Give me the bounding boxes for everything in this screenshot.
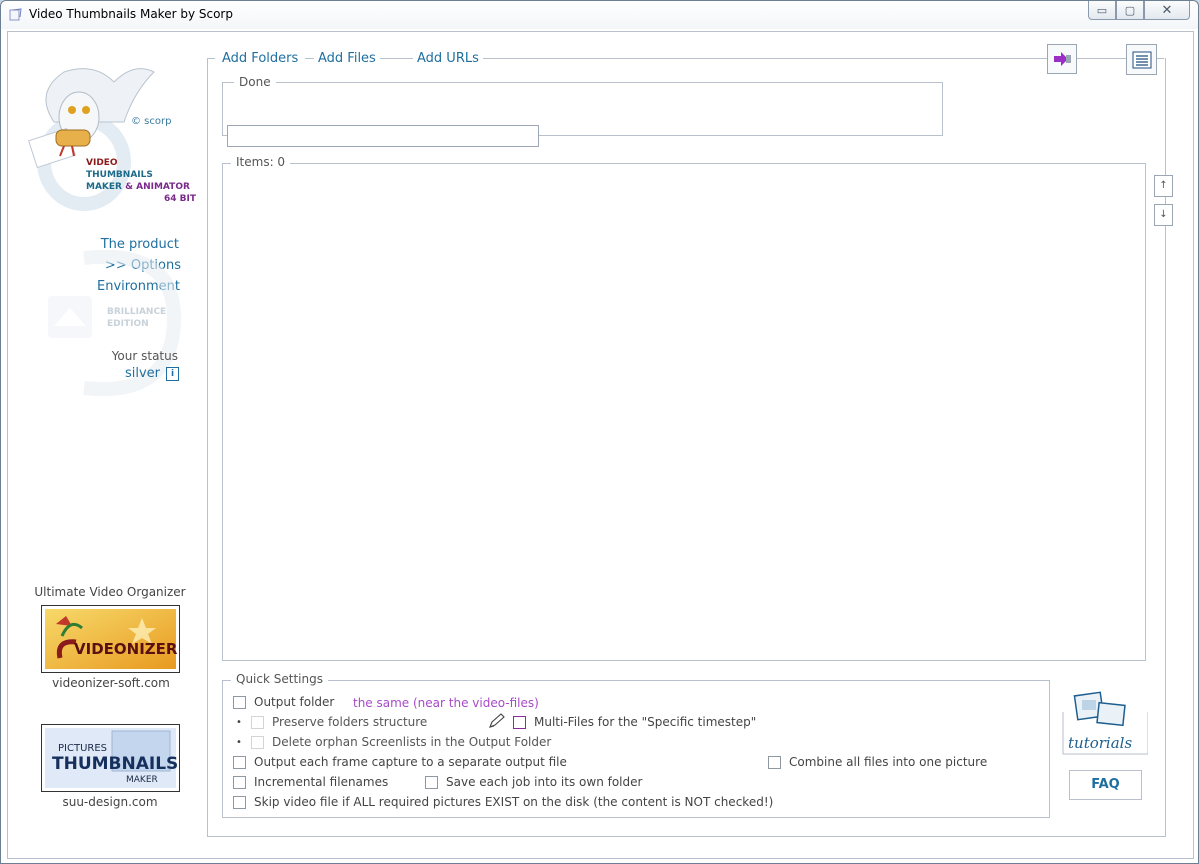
close-button[interactable]: ✕ [1144,1,1190,20]
list-icon [1132,51,1151,68]
incremental-checkbox[interactable] [233,775,246,789]
logo-text: VIDEO THUMBNAILS MAKER & ANIMATOR 64 BIT [86,157,196,205]
info-icon[interactable]: i [166,367,179,381]
incremental-label: Incremental filenames [254,775,389,789]
output-each-frame-option[interactable]: Output each frame capture to a separate … [233,755,567,769]
bullet-icon: • [236,737,242,748]
add-files-link[interactable]: Add Files [314,51,380,66]
watermark-line-2: EDITION [107,319,149,329]
output-folder-checkbox[interactable] [233,695,246,709]
minimize-button[interactable]: ▭ [1088,1,1116,20]
save-each-job-label: Save each job into its own folder [446,775,643,789]
promo-ptm-banner[interactable]: PICTURES THUMBNAILS MAKER [41,724,180,792]
ptm-logo-top: PICTURES [58,743,107,754]
tutorials-label: tutorials [1068,734,1132,752]
save-each-job-option[interactable]: Save each job into its own folder [425,775,642,789]
output-folder-option[interactable]: Output folder [233,695,334,709]
preserve-structure-option[interactable]: Preserve folders structure [251,715,427,729]
incremental-option[interactable]: Incremental filenames [233,775,388,789]
faq-button[interactable]: FAQ [1069,770,1142,800]
arrow-down-icon: ↓ [1159,209,1168,220]
skip-video-label: Skip video file if ALL required pictures… [254,795,774,809]
videonizer-logo-icon: VIDEONIZER [45,609,178,669]
watermark-line-1: BRILLIANCE [107,307,167,317]
bullet-icon: • [236,717,242,728]
status-label: Your status [111,349,178,363]
close-icon: ✕ [1161,2,1173,18]
output-each-frame-label: Output each frame capture to a separate … [254,755,567,769]
save-each-job-checkbox[interactable] [425,775,438,789]
skip-video-option[interactable]: Skip video file if ALL required pictures… [233,795,773,809]
skip-video-checkbox[interactable] [233,795,246,809]
items-legend: Items: 0 [231,155,291,169]
delete-orphan-label: Delete orphan Screenlists in the Output … [272,735,552,749]
exit-button[interactable] [1047,44,1077,74]
output-folder-value[interactable]: the same (near the video-files) [353,696,539,710]
pencil-icon[interactable] [488,713,506,729]
delete-orphan-option[interactable]: Delete orphan Screenlists in the Output … [251,735,551,749]
copyright-text: © scorp [131,116,172,127]
videonizer-logo-text: VIDEONIZER [74,640,178,658]
logo-line-thumbnails: THUMBNAILS [86,170,153,180]
ptm-logo-bottom: MAKER [126,775,158,785]
status-group-legend: Done [234,75,276,89]
preserve-structure-label: Preserve folders structure [272,715,428,729]
promo-videonizer-url[interactable]: videonizer-soft.com [31,676,191,690]
promo-ptm-url[interactable]: suu-design.com [30,795,190,809]
add-folders-link[interactable]: Add Folders [215,51,306,66]
multi-files-label: Multi-Files for the "Specific timestep" [534,715,757,729]
pictures-thumbnails-logo-icon: PICTURES THUMBNAILS MAKER [45,728,178,788]
ptm-logo-mid: THUMBNAILS [52,754,178,774]
status-value[interactable]: silver [20,366,160,381]
items-list[interactable] [222,163,1146,661]
combine-all-checkbox[interactable] [768,755,781,769]
multi-files-checkbox[interactable] [513,715,526,729]
exit-arrow-icon [1054,52,1071,66]
output-each-frame-checkbox[interactable] [233,755,246,769]
title-bar[interactable]: Video Thumbnails Maker by Scorp ▭ ▢ ✕ [1,1,1198,29]
log-button[interactable] [1126,44,1157,75]
logo-line-maker: MAKER [86,182,122,192]
add-urls-link[interactable]: Add URLs [413,51,483,66]
combine-all-option[interactable]: Combine all files into one picture [768,755,987,769]
minimize-icon: ▭ [1096,3,1108,17]
move-up-button[interactable]: ↑ [1154,175,1173,197]
promo-videonizer-banner[interactable]: VIDEONIZER [41,605,180,673]
move-down-button[interactable]: ↓ [1154,204,1173,226]
maximize-icon: ▢ [1124,3,1136,17]
tutorials-button[interactable]: tutorials [1062,690,1149,756]
preserve-structure-checkbox[interactable] [251,715,264,729]
app-icon [9,8,22,21]
logo-line-animator: & ANIMATOR [125,182,190,192]
quick-settings-legend: Quick Settings [231,672,328,686]
progress-bar [227,125,539,147]
output-folder-label: Output folder [254,695,335,709]
tutorials-icon: tutorials [1062,691,1149,755]
logo-line-64bit: 64 BIT [164,194,197,204]
promo-videonizer-title: Ultimate Video Organizer [34,585,186,599]
logo-line-video: VIDEO [86,158,118,168]
maximize-button[interactable]: ▢ [1116,1,1144,20]
combine-all-label: Combine all files into one picture [789,755,988,769]
watermark-text: BRILLIANCE EDITION [107,306,166,330]
arrow-up-icon: ↑ [1159,180,1168,191]
multi-files-option[interactable]: Multi-Files for the "Specific timestep" [513,715,756,729]
delete-orphan-checkbox[interactable] [251,735,264,749]
window-title: Video Thumbnails Maker by Scorp [29,7,233,21]
